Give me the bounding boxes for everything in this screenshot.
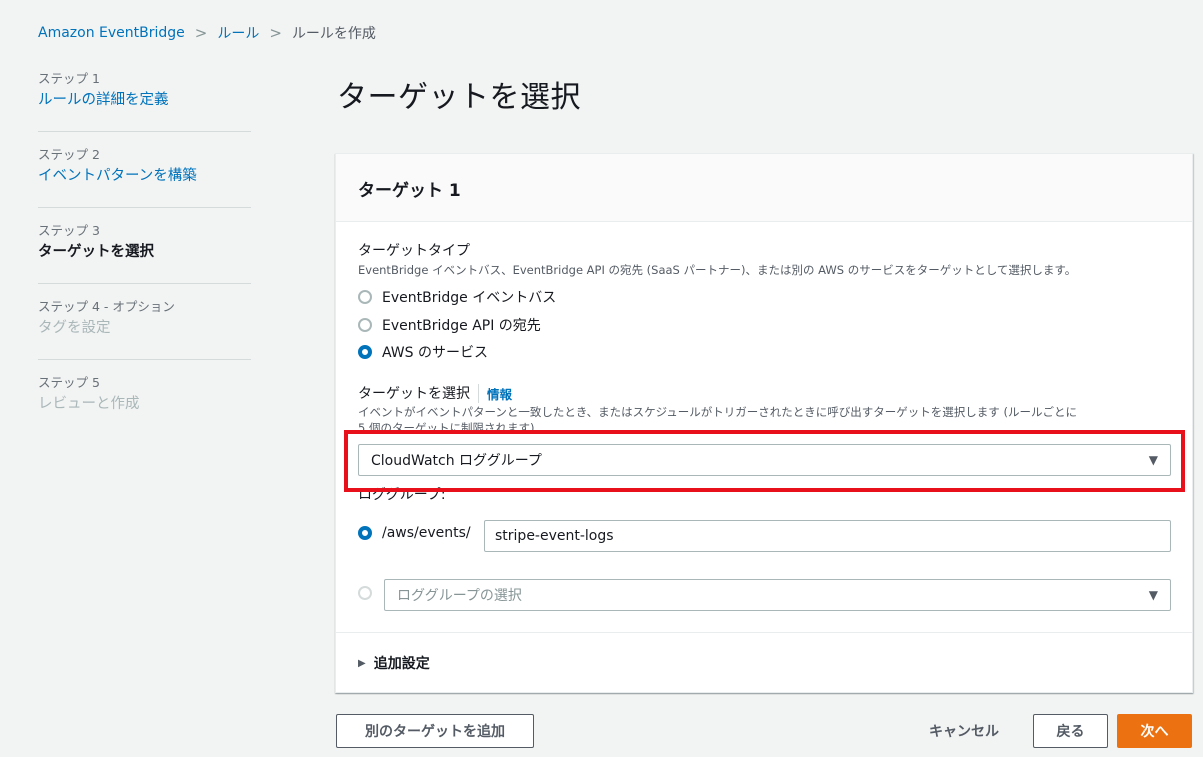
panel-header: ターゲット 1: [336, 154, 1192, 222]
step-number: ステップ 4 - オプション: [38, 299, 175, 314]
target-type-description: EventBridge イベントバス、EventBridge API の宛先 (…: [358, 263, 1077, 277]
step-configure-tags: タグを設定: [38, 320, 111, 336]
radio-aws-service[interactable]: AWS のサービス: [358, 342, 488, 362]
step-link-build-pattern[interactable]: イベントパターンを構築: [38, 164, 251, 188]
radio-label: EventBridge API の宛先: [382, 318, 541, 334]
chevron-right-icon: >: [269, 24, 282, 42]
log-group-prefix: /aws/events/: [382, 525, 471, 541]
back-button[interactable]: 戻る: [1033, 714, 1108, 748]
step-number: ステップ 5: [38, 375, 100, 390]
wizard-step-2: ステップ 2 イベントパターンを構築: [38, 146, 251, 208]
radio-button[interactable]: [358, 586, 372, 600]
radio-api-destination[interactable]: EventBridge API の宛先: [358, 315, 541, 335]
radio-eventbridge-bus[interactable]: EventBridge イベントバス: [358, 287, 556, 307]
wizard-steps: ステップ 1 ルールの詳細を定義 ステップ 2 イベントパターンを構築 ステップ…: [38, 70, 251, 449]
caret-down-icon: ▼: [1148, 588, 1158, 602]
wizard-step-3: ステップ 3 ターゲットを選択: [38, 222, 251, 284]
caret-right-icon: ▶: [358, 657, 366, 669]
step-number: ステップ 1: [38, 71, 100, 86]
breadcrumb-eventbridge[interactable]: Amazon EventBridge: [38, 25, 185, 41]
radio-new-log-group[interactable]: /aws/events/: [358, 525, 471, 541]
radio-button-selected[interactable]: [358, 526, 372, 540]
caret-down-icon: ▼: [1148, 453, 1158, 467]
page-title: ターゲットを選択: [337, 80, 581, 115]
log-group-label: ロググループ:: [358, 487, 446, 503]
description-line: イベントがイベントパターンと一致したとき、またはスケジュールがトリガーされたとき…: [358, 405, 1077, 419]
select-placeholder: ロググループの選択: [397, 588, 522, 604]
breadcrumb-rules[interactable]: ルール: [217, 23, 259, 43]
radio-existing-log-group[interactable]: [358, 586, 382, 600]
panel-title: ターゲット 1: [358, 181, 461, 201]
step-number: ステップ 3: [38, 223, 100, 238]
wizard-step-4: ステップ 4 - オプション タグを設定: [38, 298, 251, 360]
additional-settings-expander[interactable]: ▶ 追加設定: [358, 653, 430, 673]
wizard-step-5: ステップ 5 レビューと作成: [38, 374, 251, 435]
step-number: ステップ 2: [38, 147, 100, 162]
step-review-create: レビューと作成: [38, 396, 140, 412]
add-target-button[interactable]: 別のターゲットを追加: [336, 714, 534, 748]
select-target-description: イベントがイベントパターンと一致したとき、またはスケジュールがトリガーされたとき…: [358, 404, 1178, 436]
radio-label: EventBridge イベントバス: [382, 290, 557, 306]
input-value: stripe-event-logs: [495, 528, 614, 544]
select-target-label-row: ターゲットを選択 情報: [358, 383, 512, 403]
radio-button[interactable]: [358, 318, 372, 332]
target-service-select[interactable]: CloudWatch ロググループ ▼: [358, 444, 1171, 476]
radio-button[interactable]: [358, 290, 372, 304]
radio-button-selected[interactable]: [358, 345, 372, 359]
divider: [336, 632, 1192, 633]
log-group-select[interactable]: ロググループの選択 ▼: [384, 579, 1171, 611]
target-type-label: ターゲットタイプ: [358, 243, 470, 259]
step-current-select-target: ターゲットを選択: [38, 244, 154, 260]
select-target-label: ターゲットを選択: [358, 386, 470, 402]
next-button[interactable]: 次へ: [1117, 714, 1192, 748]
target-panel: ターゲット 1 ターゲットタイプ EventBridge イベントバス、Even…: [335, 153, 1193, 693]
description-line: 5 個のターゲットに制限されます): [358, 421, 535, 435]
select-value: CloudWatch ロググループ: [371, 453, 542, 469]
breadcrumb-current: ルールを作成: [291, 26, 376, 42]
info-link[interactable]: 情報: [478, 383, 512, 403]
breadcrumb: Amazon EventBridge > ルール > ルールを作成: [38, 22, 376, 44]
step-link-define-rule[interactable]: ルールの詳細を定義: [38, 88, 251, 112]
wizard-step-1: ステップ 1 ルールの詳細を定義: [38, 70, 251, 132]
radio-label: AWS のサービス: [382, 345, 488, 361]
cancel-button[interactable]: キャンセル: [915, 714, 1013, 748]
chevron-right-icon: >: [194, 24, 208, 42]
log-group-name-input[interactable]: stripe-event-logs: [484, 520, 1171, 552]
expander-label: 追加設定: [373, 656, 430, 672]
